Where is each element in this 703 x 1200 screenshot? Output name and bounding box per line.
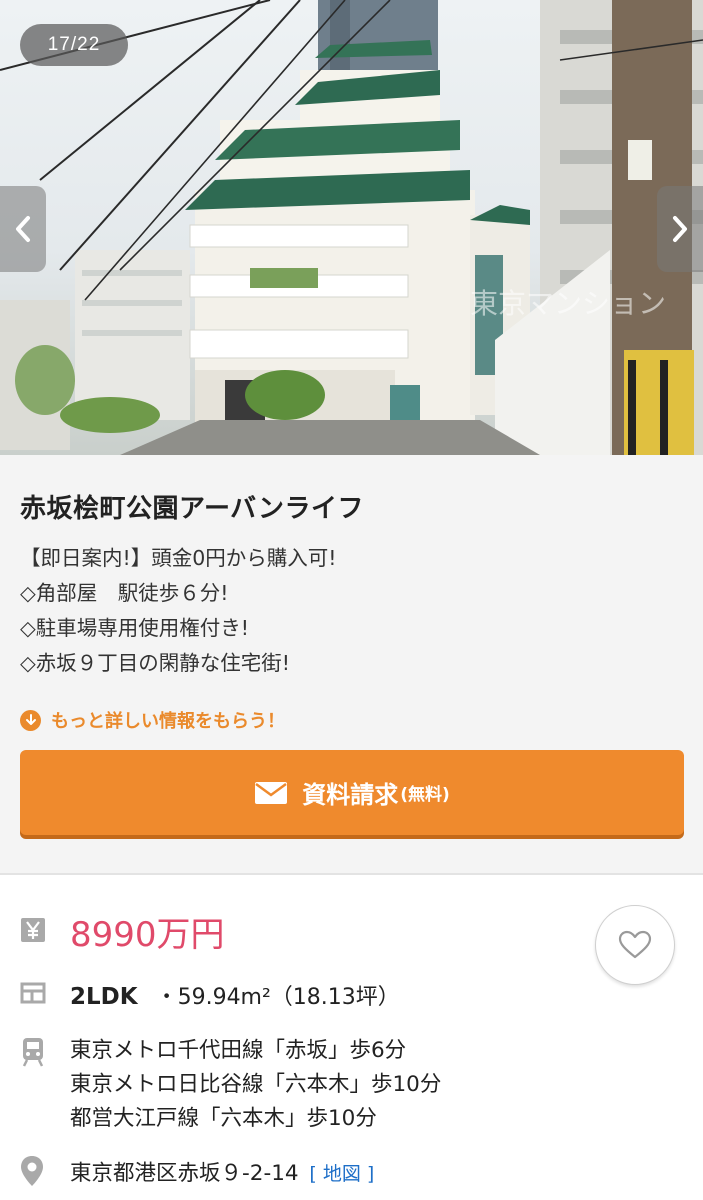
layout-type: 2LDK [70, 984, 138, 1010]
train-icon [20, 1037, 46, 1067]
floorplan-icon [20, 982, 46, 1004]
more-info-link[interactable]: もっと詳しい情報をもらう！ [20, 707, 285, 733]
access-line: 東京メトロ日比谷線「六本木」歩10分 [70, 1072, 442, 1097]
photo-counter: 17/22 [20, 24, 128, 66]
property-description: 【即日案内!】頭金0円から購入可! ◇角部屋 駅徒歩６分! ◇駐車場専用使用権付… [20, 541, 336, 681]
layout-area: 2LDK ・59.94m²（18.13坪） [70, 979, 400, 1011]
access-line: 都営大江戸線「六本木」歩10分 [70, 1106, 377, 1131]
request-button-label: 資料請求 [302, 781, 399, 809]
next-photo-button[interactable] [657, 186, 703, 272]
prev-photo-button[interactable] [0, 186, 46, 272]
listing-summary-card: 赤坂桧町公園アーバンライフ 【即日案内!】頭金0円から購入可! ◇角部屋 駅徒歩… [0, 455, 703, 873]
down-arrow-icon [20, 709, 41, 731]
chevron-left-icon [16, 216, 30, 242]
map-link[interactable]: [ 地図 ] [309, 1163, 374, 1185]
access-line: 東京メトロ千代田線「赤坂」歩6分 [70, 1038, 407, 1063]
floor-area: ・59.94m²（18.13坪） [155, 985, 400, 1010]
chevron-right-icon [673, 216, 687, 242]
mail-icon [254, 781, 288, 805]
description-line: ◇赤坂９丁目の閑静な住宅街! [20, 651, 290, 675]
price: 8990万円 [70, 915, 225, 955]
description-line: ◇駐車場専用使用権付き! [20, 616, 249, 640]
address: 東京都港区赤坂９-2-14 [ 地図 ] [70, 1156, 374, 1187]
watermark-logo: 東京マンション [470, 287, 667, 320]
property-title: 赤坂桧町公園アーバンライフ [20, 494, 364, 524]
request-documents-button[interactable]: 資料請求 (無料) [20, 750, 684, 835]
description-line: ◇角部屋 駅徒歩６分! [20, 581, 229, 605]
request-button-sublabel: (無料) [400, 785, 450, 805]
building-photo [0, 0, 703, 455]
location-pin-icon [20, 1155, 44, 1187]
heart-icon [618, 930, 652, 959]
favorite-button[interactable] [595, 905, 675, 985]
yen-icon [20, 917, 46, 943]
more-info-label: もっと詳しい情報をもらう！ [51, 711, 285, 732]
description-line: 【即日案内!】頭金0円から購入可! [20, 546, 337, 570]
photo-gallery[interactable]: 東京マンション 17/22 [0, 0, 703, 455]
station-access: 東京メトロ千代田線「赤坂」歩6分 東京メトロ日比谷線「六本木」歩10分 都営大江… [70, 1034, 441, 1136]
address-text: 東京都港区赤坂９-2-14 [70, 1161, 299, 1186]
property-details: 8990万円 2LDK ・59.94m²（18.13坪） 東京メトロ千代田線「赤坂… [0, 875, 703, 1200]
